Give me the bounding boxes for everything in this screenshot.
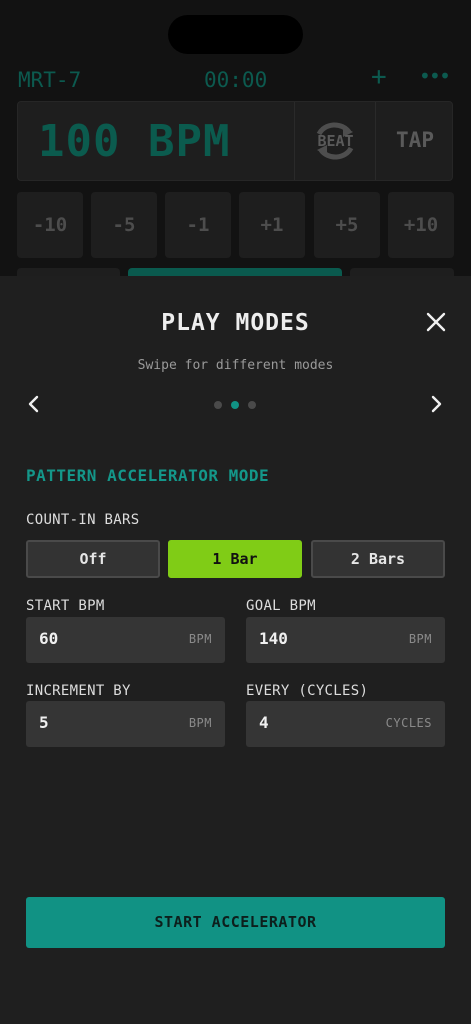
step-minus-1-button[interactable]: -1 bbox=[165, 192, 231, 258]
page-indicator bbox=[214, 401, 258, 411]
more-icon[interactable]: ••• bbox=[419, 64, 451, 88]
tempo-panel: 100 BPM BEAT TAP bbox=[17, 101, 453, 181]
page-dot-3[interactable] bbox=[248, 401, 256, 409]
plus-icon[interactable]: + bbox=[371, 62, 387, 92]
increment-value: 5 bbox=[39, 713, 49, 732]
start-bpm-unit: BPM bbox=[188, 632, 212, 646]
increment-label: INCREMENT BY bbox=[26, 683, 131, 699]
every-cycles-input[interactable]: 4 CYCLES bbox=[246, 701, 445, 747]
every-cycles-label: EVERY (CYCLES) bbox=[246, 683, 369, 699]
count-in-selector: Off 1 Bar 2 Bars bbox=[26, 540, 445, 578]
next-mode-button[interactable] bbox=[426, 394, 446, 414]
step-plus-10-button[interactable]: +10 bbox=[388, 192, 454, 258]
device-name: MRT-7 bbox=[18, 68, 82, 92]
goal-bpm-value: 140 bbox=[259, 629, 288, 648]
tempo-readout: 100 BPM bbox=[38, 116, 231, 167]
increment-unit: BPM bbox=[188, 716, 212, 730]
chevron-left-icon bbox=[28, 395, 39, 413]
tempo-step-row: -10 -5 -1 +1 +5 +10 bbox=[17, 192, 454, 258]
goal-bpm-unit: BPM bbox=[408, 632, 432, 646]
goal-bpm-input[interactable]: 140 BPM bbox=[246, 617, 445, 663]
count-in-1-bar-button[interactable]: 1 Bar bbox=[168, 540, 302, 578]
tap-label: TAP bbox=[396, 128, 434, 152]
count-in-off-button[interactable]: Off bbox=[26, 540, 160, 578]
chevron-right-icon bbox=[431, 395, 442, 413]
previous-mode-button[interactable] bbox=[24, 394, 44, 414]
top-bar: MRT-7 00:00 + ••• bbox=[18, 62, 455, 96]
sheet-subtitle: Swipe for different modes bbox=[137, 358, 334, 373]
sheet-title: PLAY MODES bbox=[161, 310, 310, 336]
background-app: MRT-7 00:00 + ••• 100 BPM BEAT TAP -10 -… bbox=[0, 0, 471, 290]
beat-label: BEAT bbox=[317, 132, 354, 150]
session-timer: 00:00 bbox=[204, 68, 268, 92]
every-cycles-value: 4 bbox=[259, 713, 269, 732]
count-in-label: COUNT-IN BARS bbox=[26, 512, 140, 528]
start-bpm-label: START BPM bbox=[26, 598, 105, 614]
step-minus-5-button[interactable]: -5 bbox=[91, 192, 157, 258]
count-in-2-bars-button[interactable]: 2 Bars bbox=[311, 540, 445, 578]
step-plus-5-button[interactable]: +5 bbox=[314, 192, 380, 258]
start-accelerator-button[interactable]: START ACCELERATOR bbox=[26, 897, 445, 948]
close-button[interactable] bbox=[424, 310, 448, 334]
step-plus-1-button[interactable]: +1 bbox=[239, 192, 305, 258]
every-cycles-unit: CYCLES bbox=[385, 716, 432, 730]
start-bpm-value: 60 bbox=[39, 629, 59, 648]
beat-button[interactable]: BEAT bbox=[294, 102, 376, 180]
step-minus-10-button[interactable]: -10 bbox=[17, 192, 83, 258]
page-dot-1[interactable] bbox=[214, 401, 222, 409]
goal-bpm-label: GOAL BPM bbox=[246, 598, 316, 614]
device-notch bbox=[168, 15, 303, 54]
mode-heading: PATTERN ACCELERATOR MODE bbox=[26, 466, 270, 485]
tap-button[interactable]: TAP bbox=[375, 102, 454, 180]
start-bpm-input[interactable]: 60 BPM bbox=[26, 617, 225, 663]
page-dot-2[interactable] bbox=[231, 401, 239, 409]
play-modes-sheet: PLAY MODES Swipe for different modes PAT… bbox=[0, 276, 471, 1024]
increment-input[interactable]: 5 BPM bbox=[26, 701, 225, 747]
close-icon bbox=[426, 312, 446, 332]
